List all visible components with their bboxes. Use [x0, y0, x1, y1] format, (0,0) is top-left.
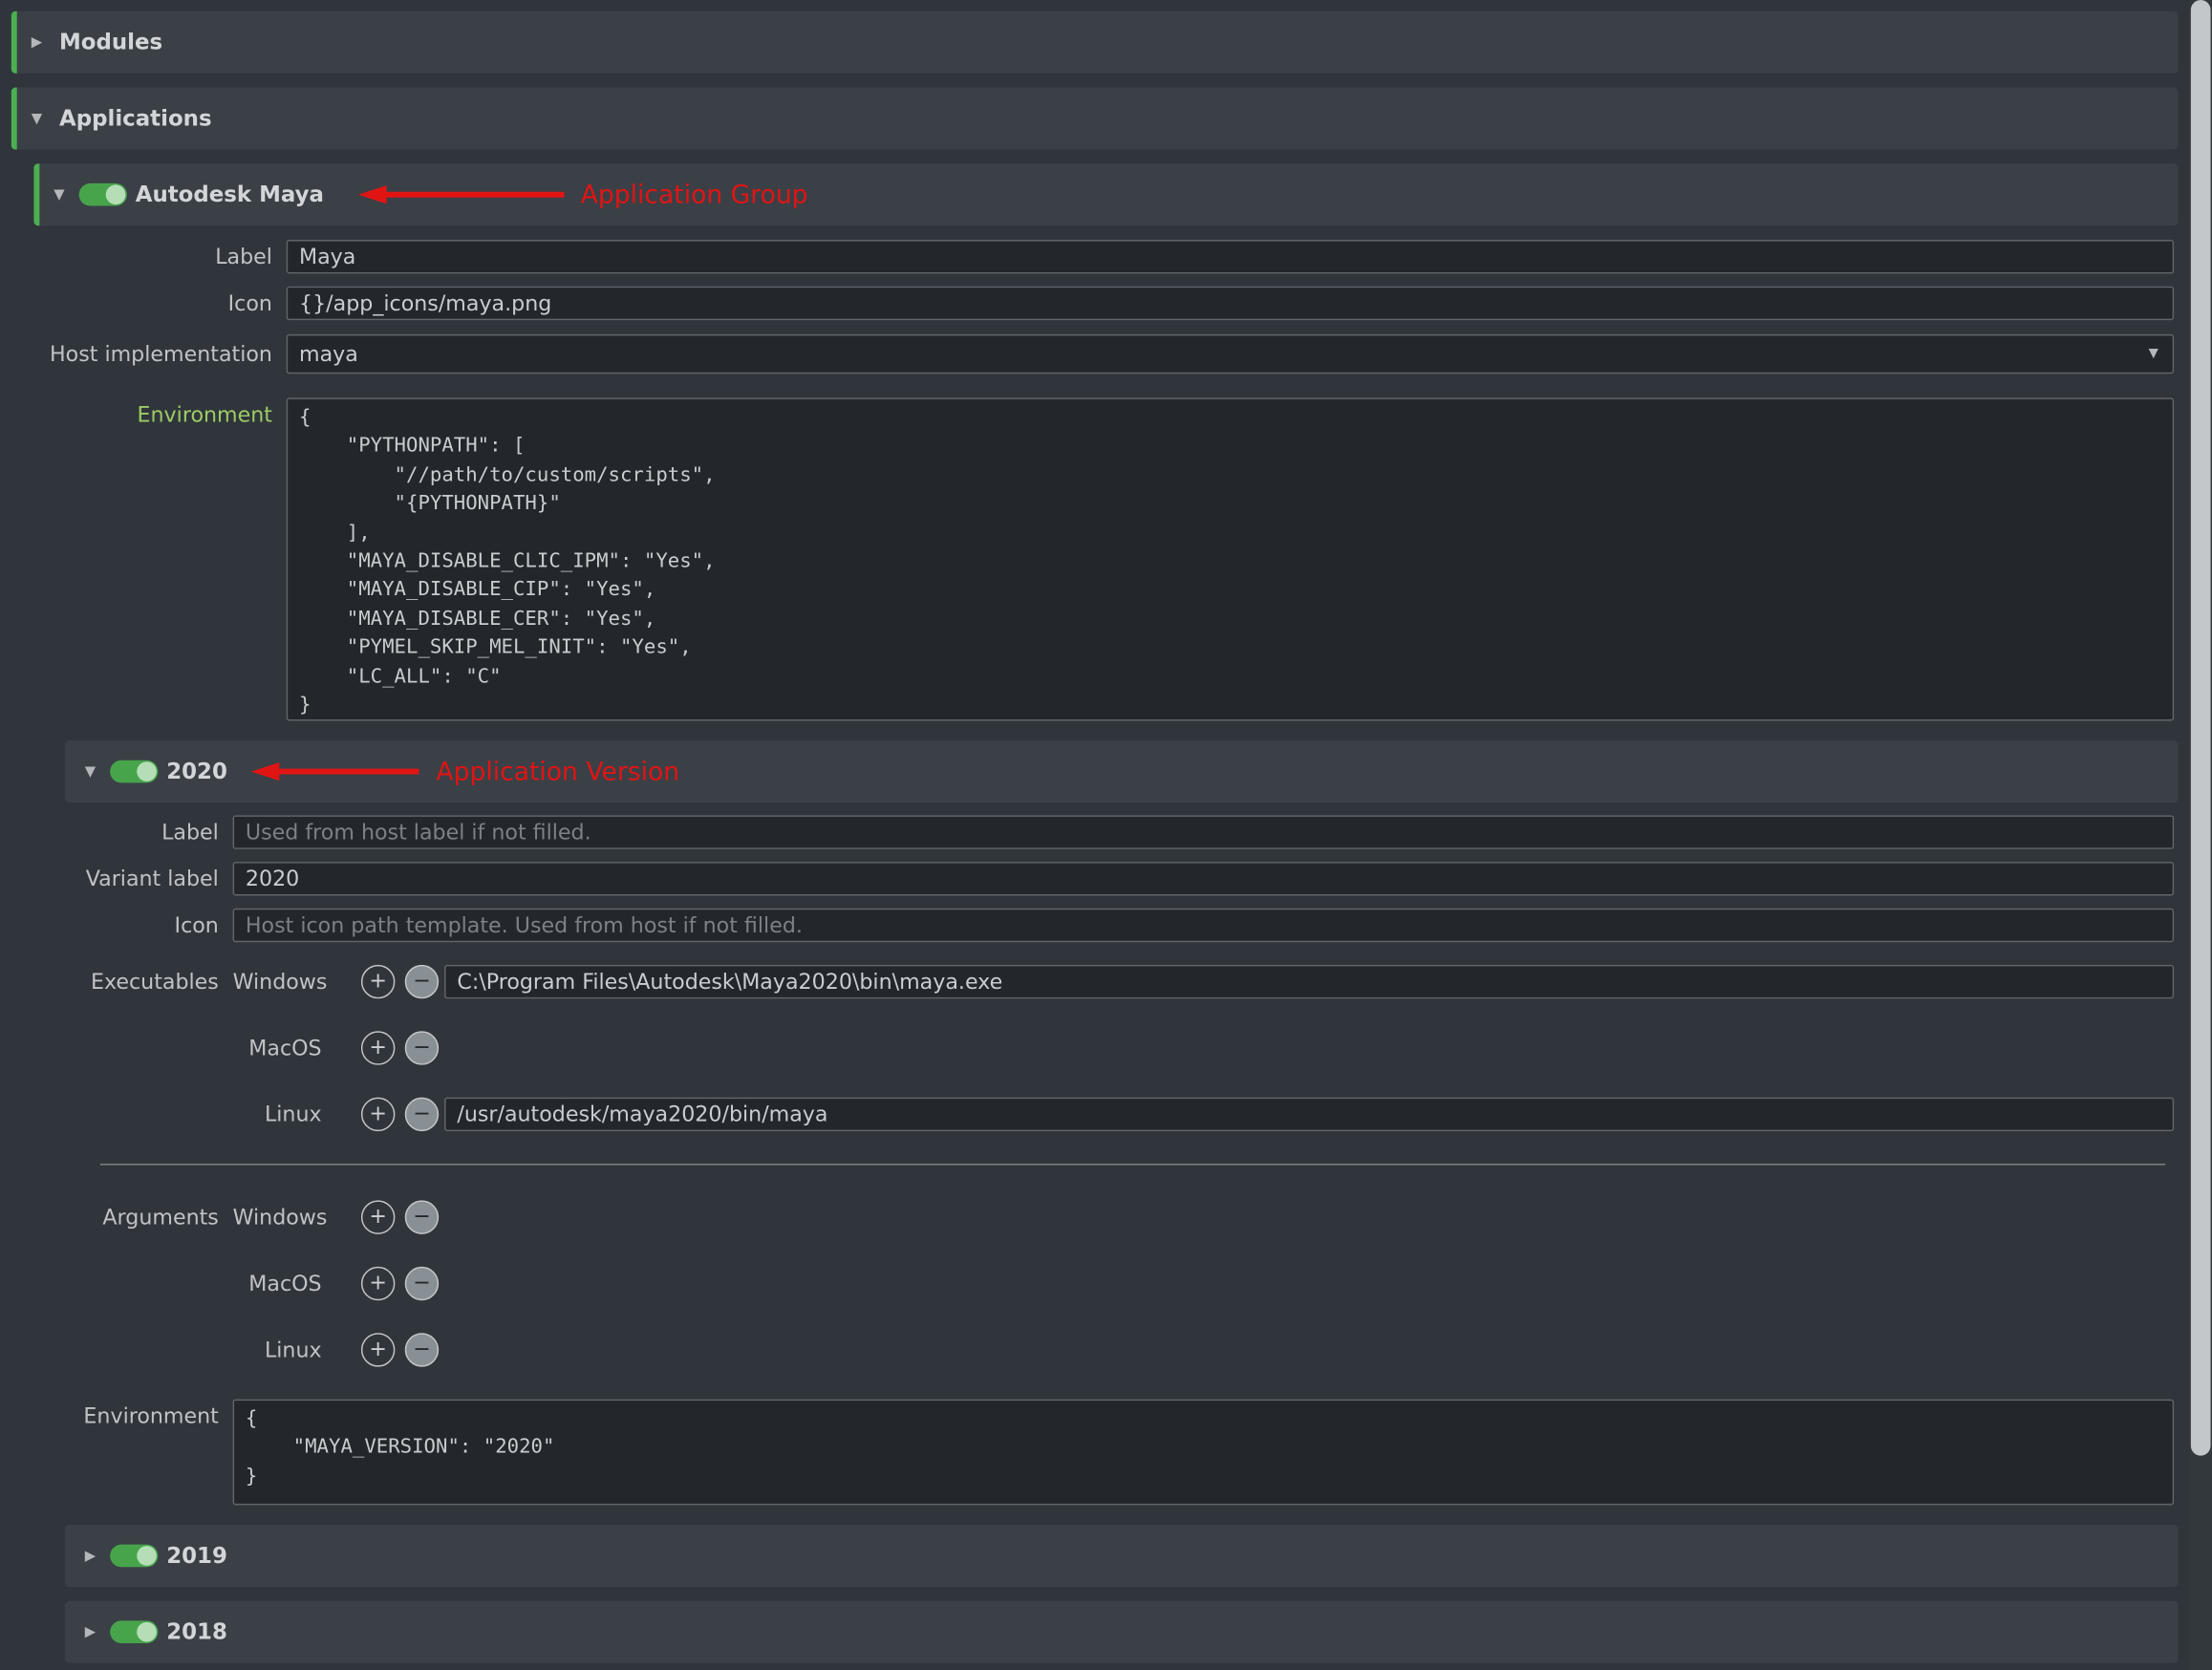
field-row-environment: Environment { "PYTHONPATH": [ "//path/to… [33, 397, 2174, 720]
section-modules-header[interactable]: ▶ Modules [11, 11, 2179, 74]
collapse-expanded-icon[interactable]: ▼ [45, 187, 74, 203]
settings-page: ▶ Modules ▼ Applications ▼ Autodesk Maya [0, 0, 2212, 1670]
host-implementation-value: maya [299, 341, 2149, 367]
add-executable-windows-button[interactable]: + [361, 964, 395, 997]
field-row-host-implementation: Host implementation maya ▼ [33, 334, 2174, 374]
version-icon-input[interactable] [233, 909, 2175, 942]
arguments-macos-label: MacOS [233, 1270, 322, 1295]
remove-executable-macos-button[interactable]: − [405, 1031, 439, 1064]
remove-executable-windows-button[interactable]: − [405, 964, 439, 997]
arguments-macos-row: MacOS + − [65, 1265, 2174, 1300]
executables-linux-label: Linux [233, 1101, 322, 1126]
add-argument-linux-button[interactable]: + [361, 1332, 395, 1365]
environment-label: Environment [33, 397, 272, 427]
collapse-collapsed-icon[interactable]: ▶ [76, 1624, 105, 1639]
version-2020-header[interactable]: ▼ 2020 Application Version [65, 740, 2179, 803]
maya-group-body: Label Icon Host implementation maya ▼ [33, 240, 2178, 740]
version-environment-textarea[interactable]: { "MAYA_VERSION": "2020" } [233, 1400, 2175, 1506]
executables-label: Executables [65, 969, 219, 995]
toggle-knob [137, 761, 157, 781]
executables-macos-row: MacOS + − [65, 1030, 2174, 1065]
collapse-collapsed-icon[interactable]: ▶ [23, 34, 52, 50]
add-argument-windows-button[interactable]: + [361, 1200, 395, 1233]
application-version-2020: ▼ 2020 Application Version Label [65, 740, 2179, 1525]
section-applications-title: Applications [59, 106, 212, 132]
toggle-knob [106, 184, 126, 204]
section-modules-title: Modules [59, 30, 162, 55]
arguments-linux-row: Linux + − [65, 1332, 2174, 1367]
scrollbar-thumb[interactable] [2191, 0, 2211, 1456]
field-row-icon: Icon [33, 287, 2174, 320]
executable-windows-input[interactable] [444, 964, 2174, 997]
toggle-knob [137, 1622, 157, 1642]
label-field-label: Label [33, 244, 272, 269]
version-2019-header[interactable]: ▶ 2019 [65, 1525, 2179, 1587]
version-2018-title: 2018 [166, 1619, 227, 1645]
executable-linux-input[interactable] [444, 1097, 2174, 1130]
label-input[interactable] [287, 240, 2174, 273]
arguments-linux-label: Linux [233, 1337, 322, 1362]
executables-windows-row: Executables Windows + − [65, 963, 2174, 998]
version-2018-enabled-toggle[interactable] [110, 1620, 158, 1643]
add-argument-macos-button[interactable]: + [361, 1266, 395, 1299]
variant-label-field-label: Variant label [65, 867, 219, 892]
arguments-windows-row: Arguments Windows + − [65, 1199, 2174, 1234]
annotation-arrow-left-icon [251, 760, 422, 783]
field-row-variant-label: Variant label [65, 862, 2174, 895]
version-2020-enabled-toggle[interactable] [110, 760, 158, 783]
arguments-label: Arguments [65, 1204, 219, 1230]
arguments-windows-label: Windows [233, 1204, 322, 1230]
maya-group-accent-bar [33, 163, 39, 225]
maya-group-enabled-toggle[interactable] [79, 183, 127, 206]
section-divider [100, 1164, 2165, 1165]
scrollbar-track[interactable] [2189, 0, 2212, 1670]
field-row-label: Label [33, 240, 2174, 273]
application-version-2018: ▶ 2018 [65, 1601, 2179, 1663]
remove-argument-linux-button[interactable]: − [405, 1332, 439, 1365]
executables-macos-label: MacOS [233, 1035, 322, 1060]
field-row-version-environment: Environment { "MAYA_VERSION": "2020" } [65, 1400, 2174, 1506]
collapse-collapsed-icon[interactable]: ▶ [76, 1548, 105, 1563]
host-implementation-label: Host implementation [33, 341, 272, 367]
executables-linux-row: Linux + − [65, 1096, 2174, 1131]
version-2020-body: Label Variant label Icon [65, 815, 2179, 1525]
version-icon-field-label: Icon [65, 912, 219, 938]
annotation-application-version: Application Version [436, 757, 679, 786]
section-applications-header[interactable]: ▼ Applications [11, 88, 2179, 150]
collapse-expanded-icon[interactable]: ▼ [76, 763, 105, 779]
remove-argument-macos-button[interactable]: − [405, 1266, 439, 1299]
toggle-knob [137, 1546, 157, 1566]
host-implementation-dropdown[interactable]: maya ▼ [287, 334, 2174, 374]
version-environment-label: Environment [65, 1400, 219, 1429]
version-2018-header[interactable]: ▶ 2018 [65, 1601, 2179, 1663]
add-executable-macos-button[interactable]: + [361, 1031, 395, 1064]
remove-executable-linux-button[interactable]: − [405, 1097, 439, 1130]
variant-label-input[interactable] [233, 862, 2175, 895]
remove-argument-windows-button[interactable]: − [405, 1200, 439, 1233]
settings-window: ▶ Modules ▼ Applications ▼ Autodesk Maya [0, 0, 2212, 1670]
annotation-application-group: Application Group [581, 180, 808, 209]
version-2019-title: 2019 [166, 1543, 227, 1569]
executables-windows-label: Windows [233, 969, 322, 995]
version-label-field-label: Label [65, 820, 219, 846]
application-group-autodesk-maya: ▼ Autodesk Maya Application Group Label [33, 163, 2178, 1662]
chevron-down-icon: ▼ [2149, 347, 2158, 361]
applications-accent-bar [11, 88, 17, 150]
version-label-input[interactable] [233, 815, 2175, 848]
annotation-arrow-left-icon [357, 183, 567, 206]
field-row-version-icon: Icon [65, 909, 2174, 942]
modules-accent-bar [11, 11, 17, 74]
collapse-expanded-icon[interactable]: ▼ [23, 111, 52, 126]
icon-input[interactable] [287, 287, 2174, 320]
icon-field-label: Icon [33, 290, 272, 316]
maya-group-header[interactable]: ▼ Autodesk Maya Application Group [33, 163, 2178, 225]
field-row-version-label: Label [65, 815, 2174, 848]
maya-group-title: Autodesk Maya [136, 182, 324, 207]
add-executable-linux-button[interactable]: + [361, 1097, 395, 1130]
version-2019-enabled-toggle[interactable] [110, 1545, 158, 1568]
application-version-2019: ▶ 2019 [65, 1525, 2179, 1587]
environment-textarea[interactable]: { "PYTHONPATH": [ "//path/to/custom/scri… [287, 397, 2174, 720]
version-2020-title: 2020 [166, 759, 227, 784]
